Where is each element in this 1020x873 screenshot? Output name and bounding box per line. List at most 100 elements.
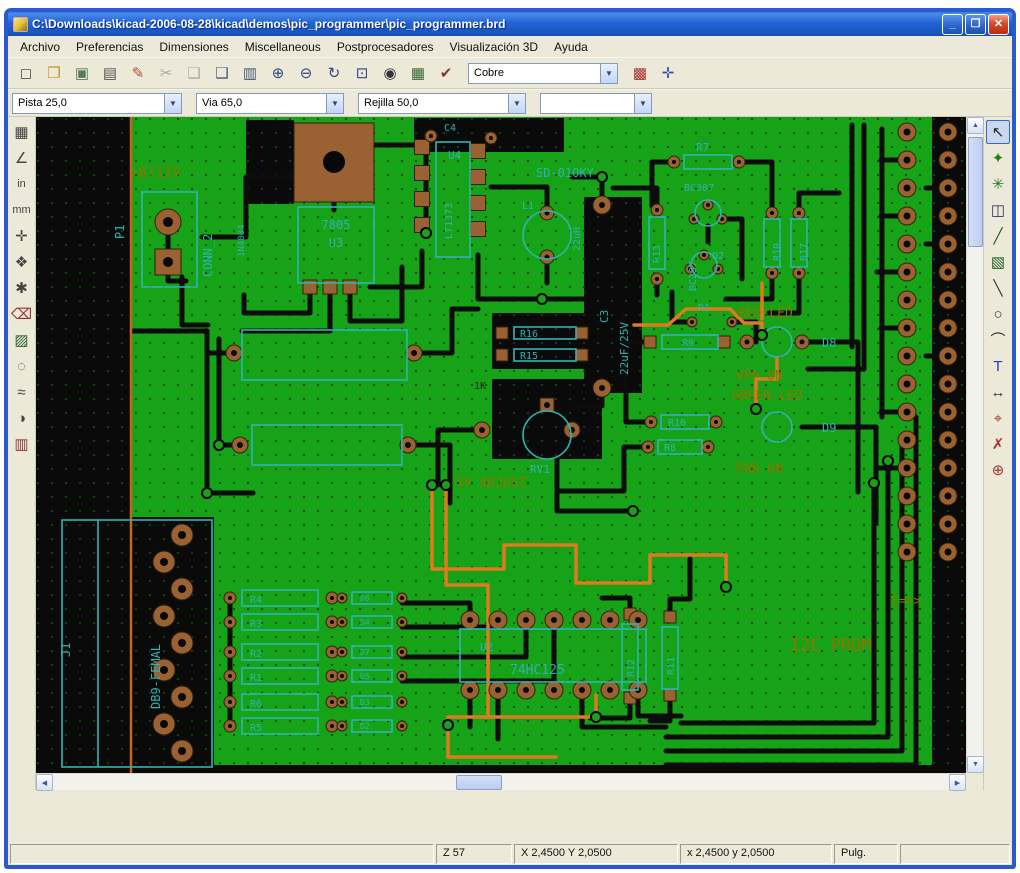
board-label: R9 — [682, 338, 694, 349]
drc-check-button[interactable]: ✔ — [433, 60, 459, 86]
main-area: ▦ ∠ in mm ✛ ❖ ✱ ⌫ ▨ ◌ ≈ ◑ ▥ +8/12V P1 CO… — [8, 117, 1012, 791]
track-width-select[interactable]: Pista 25,0 ▼ — [12, 92, 182, 114]
board-label: C3 — [598, 310, 611, 323]
chevron-down-icon[interactable]: ▼ — [164, 93, 181, 113]
page-settings-button[interactable]: ▤ — [97, 60, 123, 86]
find-button[interactable]: ◉ — [377, 60, 403, 86]
app-icon — [13, 16, 28, 32]
add-circle-button[interactable]: ○ — [986, 302, 1010, 326]
plot-button[interactable]: ▥ — [237, 60, 263, 86]
print-icon: ❑ — [215, 64, 229, 82]
grid-size-select[interactable]: Rejilla 50,0 ▼ — [358, 92, 526, 114]
cut-button[interactable]: ✂ — [153, 60, 179, 86]
menu-ayuda[interactable]: Ayuda — [546, 38, 596, 56]
board-label: 1=>> — [890, 594, 921, 609]
scroll-right-button[interactable]: ▶ — [949, 774, 966, 791]
chevron-down-icon[interactable]: ▼ — [600, 63, 617, 83]
scroll-up-button[interactable]: ▲ — [967, 117, 984, 134]
print-button[interactable]: ❑ — [209, 60, 235, 86]
horizontal-scroll-thumb[interactable] — [456, 775, 502, 790]
layer-select[interactable]: Cobre ▼ — [468, 62, 618, 84]
add-track-icon: ╱ — [993, 227, 1003, 245]
local-ratsnest-button[interactable]: ✳ — [986, 172, 1010, 196]
zoom-redraw-button[interactable]: ↻ — [321, 60, 347, 86]
units-inches-button[interactable]: in — [10, 172, 34, 196]
chevron-down-icon[interactable]: ▼ — [326, 93, 343, 113]
toggle-grid-button[interactable]: ▦ — [10, 120, 34, 144]
title-bar[interactable]: C:\Downloads\kicad-2006-08-28\kicad\demo… — [8, 12, 1012, 36]
high-contrast-button[interactable]: ◑ — [10, 406, 34, 430]
add-zone-icon: ▧ — [990, 253, 1006, 271]
netlist-icon: ▦ — [410, 64, 426, 82]
menu-archivo[interactable]: Archivo — [12, 38, 68, 56]
add-module-button[interactable]: ◫ — [986, 198, 1010, 222]
menu-miscellaneous[interactable]: Miscellaneous — [237, 38, 329, 56]
module-ratsnest-button[interactable]: ✱ — [10, 276, 34, 300]
show-zones-button[interactable]: ▨ — [10, 328, 34, 352]
grid-size-value: Rejilla 50,0 — [364, 97, 419, 109]
minimize-button[interactable]: _ — [942, 13, 963, 35]
board-label: R17 — [799, 243, 810, 261]
pcb-canvas[interactable]: +8/12V P1 CONN_2 1N4004 7805 U3 C4 U4 LT1373 SD-0… — [36, 117, 966, 773]
board-label: P1 — [113, 225, 127, 239]
show-ratsnest-button[interactable]: ❖ — [10, 250, 34, 274]
zoom-fit-button[interactable]: ⊡ — [349, 60, 375, 86]
close-button[interactable]: ✕ — [988, 13, 1009, 35]
netlist-button[interactable]: ▦ — [405, 60, 431, 86]
menu-visualizacion-3d[interactable]: Visualización 3D — [442, 38, 547, 56]
via-size-value: Via 65,0 — [202, 97, 243, 109]
board-label: DB9-FEMAL — [149, 644, 163, 709]
grid-origin-icon: ⊕ — [991, 461, 1005, 479]
board-label: 1N4004 — [237, 224, 247, 257]
auto-delete-track-button[interactable]: ⌫ — [10, 302, 34, 326]
zoom-out-button[interactable]: ⊖ — [293, 60, 319, 86]
save-board-button[interactable]: ▣ — [69, 60, 95, 86]
vertical-scroll-thumb[interactable] — [968, 137, 983, 247]
vertical-scrollbar[interactable]: ▲ ▼ — [966, 117, 984, 773]
zoom-in-button[interactable]: ⊕ — [265, 60, 291, 86]
open-board-button[interactable]: ❒ — [41, 60, 67, 86]
status-zoom: Z 57 — [436, 844, 512, 864]
scrollbar-corner — [966, 773, 983, 790]
cursor-shape-button[interactable]: ✛ — [10, 224, 34, 248]
close-icon: ✕ — [993, 17, 1004, 30]
zoom-select[interactable]: ▼ — [540, 92, 652, 114]
delete-item-button[interactable]: ✗ — [986, 432, 1010, 456]
highlight-net-button[interactable]: ✦ — [986, 146, 1010, 170]
plot-settings-button[interactable]: ✎ — [125, 60, 151, 86]
board-label: R5 — [250, 723, 262, 734]
scroll-down-button[interactable]: ▼ — [967, 756, 984, 773]
chevron-down-icon[interactable]: ▼ — [634, 93, 651, 113]
chevron-down-icon[interactable]: ▼ — [508, 93, 525, 113]
maximize-button[interactable]: ❐ — [965, 13, 986, 35]
sketch-pads-button[interactable]: ◌ — [10, 354, 34, 378]
copy-button[interactable]: ❏ — [181, 60, 207, 86]
add-line-button[interactable]: ╲ — [986, 276, 1010, 300]
via-size-select[interactable]: Via 65,0 ▼ — [196, 92, 344, 114]
module-mode-button[interactable]: ▩ — [627, 60, 653, 86]
add-zone-button[interactable]: ▧ — [986, 250, 1010, 274]
scroll-left-button[interactable]: ◀ — [36, 774, 53, 791]
grid-origin-button[interactable]: ⊕ — [986, 458, 1010, 482]
add-target-button[interactable]: ⌖ — [986, 406, 1010, 430]
mode-toolbar-buttons: ▩ ✛ — [626, 60, 682, 86]
scroll-down-icon: ▼ — [972, 761, 979, 768]
add-dimension-button[interactable]: ↔ — [986, 380, 1010, 404]
menu-preferencias[interactable]: Preferencias — [68, 38, 151, 56]
add-arc-button[interactable]: ⌒ — [986, 328, 1010, 352]
menu-postprocesadores[interactable]: Postprocesadores — [329, 38, 442, 56]
sketch-tracks-button[interactable]: ≈ — [10, 380, 34, 404]
new-board-button[interactable]: ◻ — [13, 60, 39, 86]
polar-coordinates-button[interactable]: ∠ — [10, 146, 34, 170]
add-track-button[interactable]: ╱ — [986, 224, 1010, 248]
units-mm-button[interactable]: mm — [10, 198, 34, 222]
menu-dimensiones[interactable]: Dimensiones — [151, 38, 236, 56]
select-tool-button[interactable]: ↖ — [986, 120, 1010, 144]
board-label: D5 — [360, 672, 370, 681]
layers-manager-button[interactable]: ▥ — [10, 432, 34, 456]
track-mode-button[interactable]: ✛ — [655, 60, 681, 86]
add-text-button[interactable]: T — [986, 354, 1010, 378]
board-label: R10 — [772, 243, 783, 261]
module-ratsnest-icon: ✱ — [15, 279, 28, 297]
horizontal-scrollbar[interactable]: ◀ ▶ — [36, 773, 966, 791]
